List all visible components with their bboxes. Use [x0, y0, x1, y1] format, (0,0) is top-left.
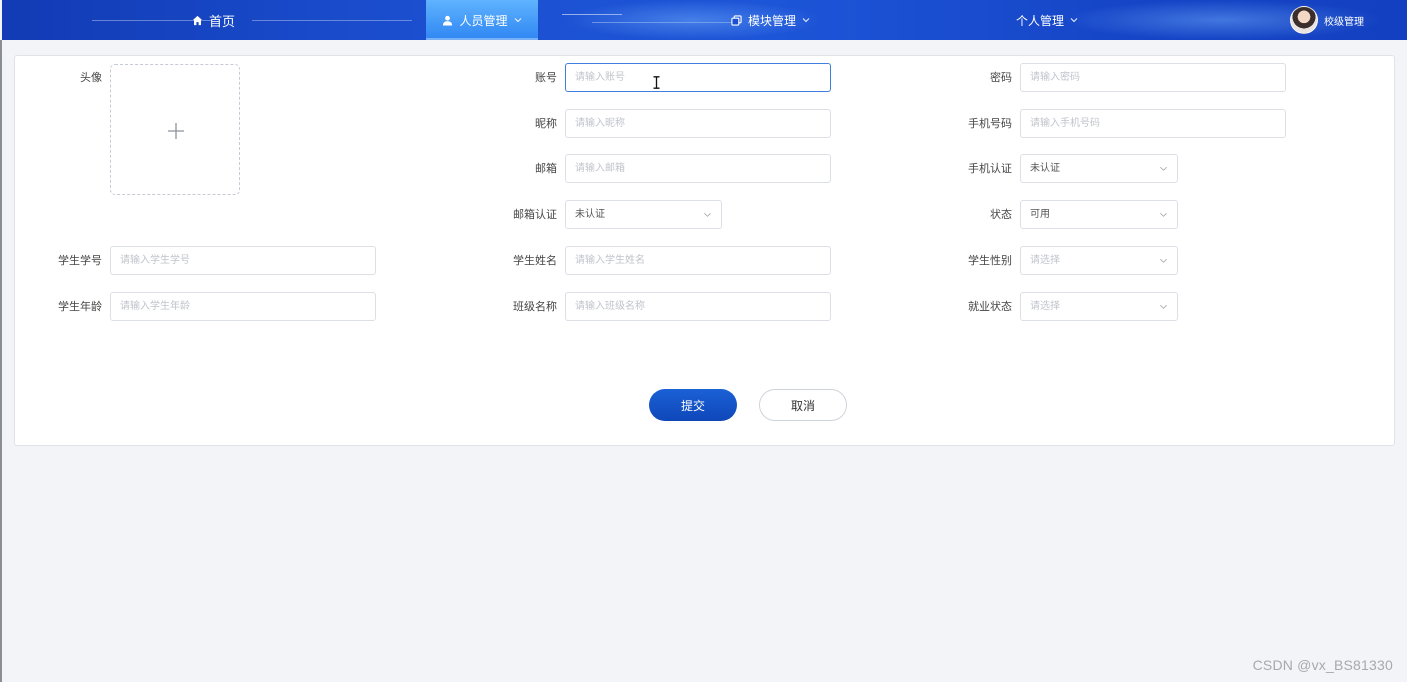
- chevron-down-icon: [1070, 17, 1078, 23]
- email-verify-label: 邮箱认证: [513, 208, 557, 221]
- student-id-field[interactable]: [110, 246, 376, 275]
- phone-verify-select[interactable]: 未认证: [1020, 154, 1178, 183]
- email-input[interactable]: [566, 155, 830, 182]
- user-icon: [443, 15, 453, 26]
- nav-personal[interactable]: 个人管理: [1016, 0, 1078, 40]
- account-input[interactable]: [566, 64, 830, 91]
- status-value: 可用: [1030, 209, 1050, 220]
- status-select[interactable]: 可用: [1020, 200, 1178, 229]
- password-input[interactable]: [1021, 64, 1285, 91]
- plus-icon: [168, 123, 184, 139]
- employment-placeholder: 请选择: [1030, 301, 1060, 312]
- chevron-down-icon: [1160, 212, 1167, 217]
- nav-personal-label: 个人管理: [1016, 13, 1065, 28]
- gender-label: 学生性别: [968, 254, 1012, 267]
- gender-select[interactable]: 请选择: [1020, 246, 1178, 275]
- employment-label: 就业状态: [968, 300, 1012, 313]
- chevron-down-icon: [704, 212, 711, 217]
- account-field[interactable]: [565, 63, 831, 92]
- nav-home-label: 首页: [209, 14, 236, 30]
- user-name: 校级管理: [1324, 16, 1364, 28]
- nickname-field[interactable]: [565, 109, 831, 138]
- phone-verify-label: 手机认证: [968, 162, 1012, 175]
- email-verify-select[interactable]: 未认证: [565, 200, 722, 229]
- nav-personnel[interactable]: 人员管理: [426, 0, 538, 40]
- avatar-upload[interactable]: [110, 64, 240, 195]
- class-label: 班级名称: [513, 300, 557, 313]
- class-field[interactable]: [565, 292, 831, 321]
- cancel-button[interactable]: 取消: [759, 389, 847, 421]
- chevron-down-icon: [1160, 304, 1167, 309]
- phone-verify-value: 未认证: [1030, 163, 1060, 174]
- student-name-input[interactable]: [566, 247, 830, 274]
- employment-select[interactable]: 请选择: [1020, 292, 1178, 321]
- student-id-input[interactable]: [111, 247, 375, 274]
- chevron-down-icon: [1160, 166, 1167, 171]
- window-edge: [0, 40, 2, 682]
- submit-button[interactable]: 提交: [649, 389, 737, 421]
- age-input[interactable]: [111, 293, 375, 320]
- chevron-down-icon: [1160, 258, 1167, 263]
- user-menu[interactable]: 校级管理: [1290, 6, 1364, 34]
- student-name-label: 学生姓名: [513, 254, 557, 267]
- nav-modules[interactable]: 模块管理: [731, 0, 810, 40]
- status-label: 状态: [990, 208, 1012, 221]
- phone-input[interactable]: [1021, 110, 1285, 137]
- phone-label: 手机号码: [968, 117, 1012, 130]
- nickname-input[interactable]: [566, 110, 830, 137]
- email-verify-value: 未认证: [575, 209, 605, 220]
- student-id-label: 学生学号: [58, 254, 102, 267]
- age-label: 学生年龄: [58, 300, 102, 313]
- top-nav: 首页 人员管理 模块管理 个人管理 校级管理: [2, 0, 1407, 40]
- text-cursor-icon: [653, 76, 660, 89]
- decor-streak: [252, 20, 412, 21]
- chevron-down-icon: [514, 17, 522, 23]
- account-label: 账号: [535, 71, 557, 84]
- avatar-label: 头像: [80, 71, 102, 84]
- nav-home[interactable]: 首页: [192, 0, 235, 40]
- home-icon: [192, 15, 203, 25]
- email-field[interactable]: [565, 154, 831, 183]
- age-field[interactable]: [110, 292, 376, 321]
- nav-modules-label: 模块管理: [748, 13, 797, 28]
- password-label: 密码: [990, 71, 1012, 84]
- password-field[interactable]: [1020, 63, 1286, 92]
- copy-icon: [731, 14, 742, 26]
- student-name-field[interactable]: [565, 246, 831, 275]
- watermark: CSDN @vx_BS81330: [1252, 657, 1393, 673]
- chevron-down-icon: [802, 17, 810, 23]
- email-label: 邮箱: [535, 162, 557, 175]
- gender-placeholder: 请选择: [1030, 255, 1060, 266]
- nickname-label: 昵称: [535, 117, 557, 130]
- phone-field[interactable]: [1020, 109, 1286, 138]
- class-input[interactable]: [566, 293, 830, 320]
- nav-personnel-label: 人员管理: [459, 13, 508, 28]
- avatar[interactable]: [1290, 6, 1318, 34]
